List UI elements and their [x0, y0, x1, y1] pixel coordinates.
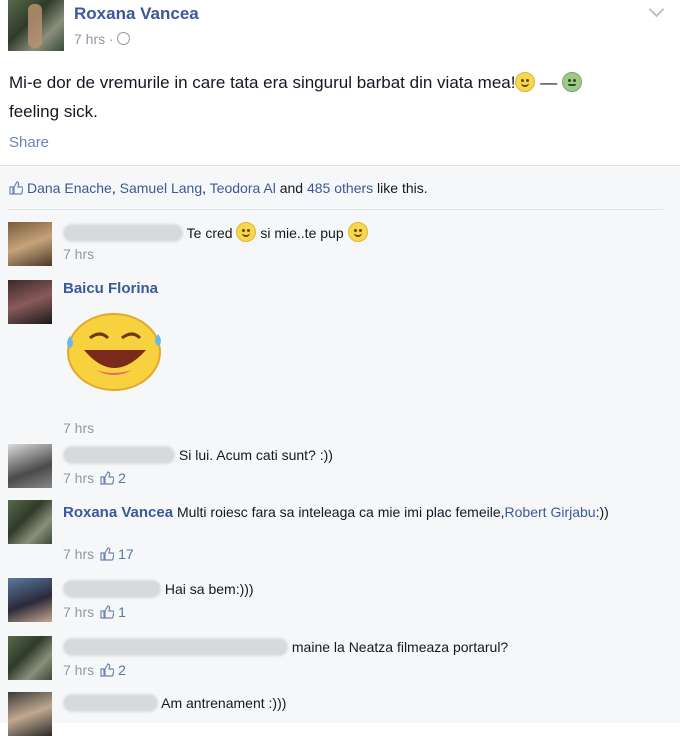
liker-1[interactable]: Dana Enache	[27, 180, 112, 196]
chevron-down-icon[interactable]	[648, 1, 665, 18]
commenter-avatar[interactable]	[8, 636, 52, 680]
comments-section: Dana Enache, Samuel Lang, Teodora Al and…	[0, 166, 680, 736]
likes-others-link[interactable]: 485 others	[307, 180, 373, 196]
like-count: 2	[118, 470, 126, 486]
commenter-avatar[interactable]	[8, 444, 52, 488]
comment-meta: 7 hrs 2	[63, 470, 126, 486]
comment-meta: 7 hrs 1	[63, 604, 126, 620]
post-text: Mi-e dor de vremurile in care tata era s…	[9, 68, 659, 126]
feeling-dash: —	[535, 73, 562, 92]
post-timestamp[interactable]: 7 hrs ·	[74, 31, 130, 47]
likes-and: and	[275, 180, 307, 196]
comment-text: Roxana Vancea Multi roiesc fara sa intel…	[63, 502, 633, 523]
smirk-emoji-icon	[515, 72, 536, 92]
comment-likes[interactable]: 2	[100, 662, 126, 678]
comment-body: Multi roiesc fara sa inteleaga ca mie im…	[173, 504, 505, 520]
like-count: 1	[118, 604, 126, 620]
smile-emoji-icon	[347, 222, 368, 242]
comment-likes[interactable]: 1	[100, 604, 126, 620]
post-body: Mi-e dor de vremurile in care tata era s…	[9, 73, 516, 92]
commenter-avatar[interactable]	[8, 578, 52, 622]
blurred-name	[63, 638, 288, 656]
comment: Te cred si mie..te pup 7 hrs	[0, 216, 680, 266]
comment: Roxana Vancea Multi roiesc fara sa intel…	[0, 496, 680, 566]
poster-avatar[interactable]	[8, 0, 64, 51]
commenter-avatar[interactable]	[8, 280, 52, 324]
share-link[interactable]: Share	[9, 134, 49, 151]
blurred-name	[63, 446, 175, 464]
mention-link[interactable]: Robert Girjabu	[505, 504, 596, 520]
comment-time[interactable]: 7 hrs	[63, 662, 94, 678]
laughing-sticker-icon	[67, 313, 161, 391]
comment-body: Si lui. Acum cati sunt? :))	[178, 447, 333, 463]
comment-text: Hai sa bem:)))	[63, 580, 254, 598]
blurred-name	[63, 580, 161, 598]
post-card: Roxana Vancea 7 hrs · Mi-e dor de vremur…	[0, 0, 680, 165]
blurred-name	[63, 224, 183, 242]
comment-body: maine la Neatza filmeaza portarul?	[288, 639, 509, 655]
comment-text: maine la Neatza filmeaza portarul?	[63, 638, 508, 656]
comment: Si lui. Acum cati sunt? :)) 7 hrs 2	[0, 440, 680, 490]
comment-text: Si lui. Acum cati sunt? :))	[63, 446, 333, 464]
poster-name[interactable]: Roxana Vancea	[74, 4, 199, 24]
comment-time[interactable]: 7 hrs	[63, 604, 94, 620]
like-thumb-icon	[100, 547, 115, 561]
comment-likes[interactable]: 17	[100, 546, 134, 562]
commenter-name[interactable]: Baicu Florina	[63, 280, 158, 297]
comment: Baicu Florina 7 hrs	[0, 274, 680, 444]
comment-author[interactable]: Baicu Florina	[63, 280, 158, 297]
like-thumb-icon	[100, 605, 115, 619]
likes-sep: ,	[202, 180, 210, 196]
like-thumb-icon	[9, 181, 23, 195]
post-time[interactable]: 7 hrs ·	[74, 31, 114, 47]
comment-meta: 7 hrs 2	[63, 662, 126, 678]
separator	[8, 209, 663, 210]
comment-meta: 7 hrs 17	[63, 546, 134, 562]
comment-body: Te cred	[186, 225, 237, 241]
likes-sep: ,	[111, 180, 120, 196]
commenter-name[interactable]: Roxana Vancea	[63, 504, 173, 521]
comment-body: Am antrenament :)))	[161, 695, 287, 711]
comment-body-2: si mie..te pup	[256, 225, 348, 241]
commenter-avatar[interactable]	[8, 692, 52, 736]
like-count: 2	[118, 662, 126, 678]
smile-emoji-icon	[236, 222, 257, 242]
comment-time[interactable]: 7 hrs	[63, 246, 94, 262]
comment: Am antrenament :)))	[0, 688, 680, 736]
comment-time[interactable]: 7 hrs	[63, 470, 94, 486]
like-thumb-icon	[100, 471, 115, 485]
feeling-label: feeling sick.	[9, 102, 98, 121]
commenter-avatar[interactable]	[8, 500, 52, 544]
likes-tail: like this.	[373, 180, 428, 196]
like-thumb-icon	[100, 663, 115, 677]
globe-icon	[116, 32, 130, 45]
sick-emoji-icon	[561, 72, 582, 92]
liker-3[interactable]: Teodora Al	[210, 180, 276, 196]
commenter-avatar[interactable]	[8, 222, 52, 266]
comment: maine la Neatza filmeaza portarul? 7 hrs…	[0, 632, 680, 684]
comment-body: Hai sa bem:)))	[164, 581, 254, 597]
comment: Hai sa bem:))) 7 hrs 1	[0, 574, 680, 626]
comment-time[interactable]: 7 hrs	[63, 546, 94, 562]
blurred-name	[63, 694, 158, 712]
comment-text: Am antrenament :)))	[63, 694, 286, 712]
liker-2[interactable]: Samuel Lang	[120, 180, 203, 196]
likes-summary: Dana Enache, Samuel Lang, Teodora Al and…	[9, 180, 428, 196]
comment-body-tail: :))	[595, 504, 609, 520]
comment-time[interactable]: 7 hrs	[63, 420, 94, 436]
like-count: 17	[118, 546, 134, 562]
comment-likes[interactable]: 2	[100, 470, 126, 486]
comment-text: Te cred si mie..te pup	[63, 222, 368, 242]
